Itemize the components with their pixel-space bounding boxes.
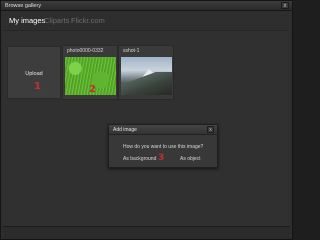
annotation-marker-3: 3 (158, 153, 165, 163)
browse-gallery-window: Browse gallery x My images Cliparts Flic… (0, 0, 293, 240)
gallery-content: Upload 1 photo0000-0332 2 sshot-1 Add im… (3, 30, 290, 226)
dialog-question: How do you want to use this image? (123, 144, 204, 150)
dialog-titlebar[interactable]: Add image x (109, 125, 217, 135)
image-caption: photo0000-0332 (67, 48, 104, 54)
bottom-bar (3, 226, 290, 239)
dialog-close-icon[interactable]: x (207, 126, 214, 133)
as-object-button[interactable]: As object (178, 155, 203, 163)
tab-cliparts[interactable]: Cliparts (44, 16, 69, 25)
window-title: Browse gallery (5, 3, 42, 9)
window-titlebar[interactable]: Browse gallery x (1, 1, 292, 11)
image-tile-sshot[interactable]: sshot-1 (118, 45, 174, 100)
upload-label: Upload (25, 71, 43, 77)
tab-my-images[interactable]: My images (9, 16, 45, 25)
as-background-button[interactable]: As background (121, 155, 158, 163)
annotation-marker-2: 2 (89, 84, 96, 95)
tab-flickr[interactable]: Flickr.com (71, 16, 105, 25)
mountain-ridge (121, 72, 172, 95)
upload-button[interactable]: Upload 1 (7, 46, 61, 99)
add-image-dialog: Add image x How do you want to use this … (108, 124, 218, 168)
gallery-tabs: My images Cliparts Flickr.com (1, 12, 292, 30)
window-close-icon[interactable]: x (281, 2, 289, 9)
dialog-title: Add image (113, 127, 137, 133)
image-caption: sshot-1 (123, 48, 140, 54)
mountain-thumbnail[interactable] (121, 57, 172, 95)
image-tile-photo[interactable]: photo0000-0332 2 (62, 45, 118, 100)
annotation-marker-1: 1 (34, 81, 41, 92)
